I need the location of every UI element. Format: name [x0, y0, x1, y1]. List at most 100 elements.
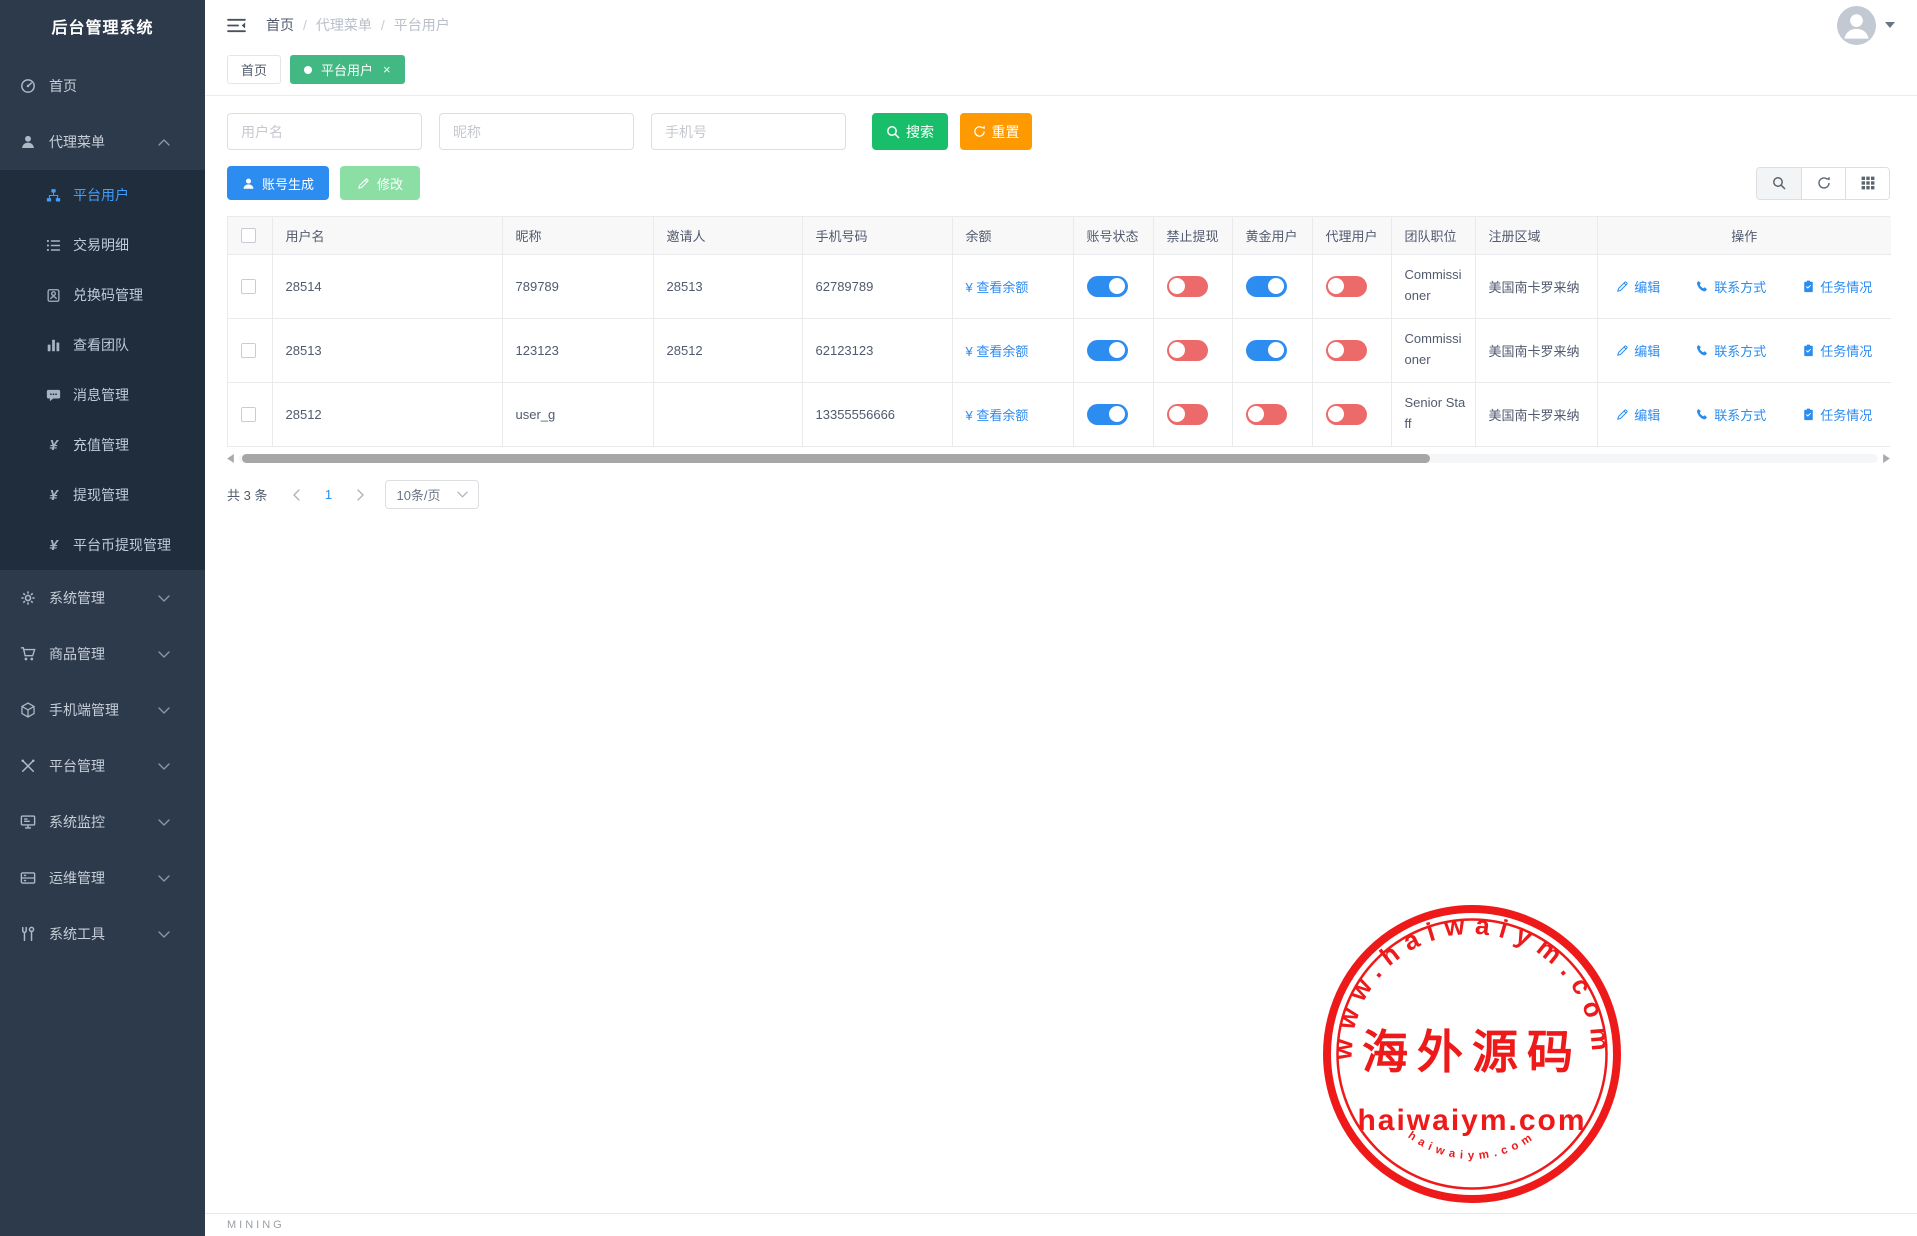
- table-columns-button[interactable]: [1845, 168, 1889, 199]
- column-header: 代理用户: [1312, 217, 1391, 254]
- cell-agent-user: [1312, 254, 1391, 318]
- toggle-knob: [1169, 278, 1185, 294]
- sidebar-item-mobile-mgmt[interactable]: 手机端管理: [0, 682, 205, 738]
- column-header: 黄金用户: [1232, 217, 1312, 254]
- sidebar-item-system-mgmt[interactable]: 系统管理: [0, 570, 205, 626]
- toggle-gold-user[interactable]: [1246, 340, 1287, 361]
- task-link[interactable]: 任务情况: [1802, 405, 1872, 424]
- user-avatar[interactable]: [1837, 6, 1876, 45]
- sidebar-item-goods-mgmt[interactable]: 商品管理: [0, 626, 205, 682]
- breadcrumb-home[interactable]: 首页: [266, 15, 294, 35]
- toggle-knob: [1268, 278, 1284, 294]
- page-number[interactable]: 1: [315, 482, 341, 508]
- sidebar-item-withdraw[interactable]: ¥ 提现管理: [0, 470, 205, 520]
- sidebar-item-system-tools[interactable]: 系统工具: [0, 906, 205, 962]
- row-checkbox[interactable]: [241, 343, 256, 358]
- cell-inviter: [653, 382, 802, 446]
- sidebar-item-system-monitor[interactable]: 系统监控: [0, 794, 205, 850]
- row-checkbox[interactable]: [241, 407, 256, 422]
- sidebar-item-home[interactable]: 首页: [0, 58, 205, 114]
- cell-team-role: Senior Staff: [1391, 382, 1475, 446]
- sidebar-item-label: 提现管理: [73, 485, 129, 505]
- action-label: 任务情况: [1820, 405, 1872, 424]
- toggle-gold-user[interactable]: [1246, 404, 1287, 425]
- modify-button[interactable]: 修改: [340, 166, 420, 200]
- toggle-knob: [1328, 406, 1344, 422]
- collapse-sidebar-icon[interactable]: [227, 17, 246, 34]
- sidebar-item-agent-menu[interactable]: 代理菜单: [0, 114, 205, 170]
- contact-link[interactable]: 联系方式: [1696, 341, 1766, 360]
- toggle-account-status[interactable]: [1087, 276, 1128, 297]
- table-search-toggle-button[interactable]: [1757, 168, 1801, 199]
- phone-input[interactable]: [651, 113, 846, 150]
- contact-link[interactable]: 联系方式: [1696, 405, 1766, 424]
- search-button[interactable]: 搜索: [872, 113, 948, 150]
- close-tab-icon[interactable]: ×: [383, 63, 391, 76]
- phone-icon: [1696, 344, 1709, 357]
- edit-link[interactable]: 编辑: [1616, 405, 1660, 424]
- username-input[interactable]: [227, 113, 422, 150]
- yen-icon: ¥: [46, 538, 61, 553]
- view-balance-link[interactable]: ¥ 查看余额: [966, 280, 1029, 295]
- toggle-forbid-withdraw[interactable]: [1167, 404, 1208, 425]
- sidebar-item-recharge[interactable]: ¥ 充值管理: [0, 420, 205, 470]
- cell-account-status: [1073, 382, 1153, 446]
- toggle-knob: [1109, 342, 1125, 358]
- cell-inviter: 28512: [653, 318, 802, 382]
- page-size-select[interactable]: 10条/页: [385, 480, 479, 509]
- sidebar-item-ops-mgmt[interactable]: 运维管理: [0, 850, 205, 906]
- sidebar-item-label: 平台币提现管理: [73, 535, 171, 555]
- sidebar-item-platform-users[interactable]: 平台用户: [0, 170, 205, 220]
- view-balance-link[interactable]: ¥ 查看余额: [966, 408, 1029, 423]
- scrollbar-thumb[interactable]: [242, 454, 1430, 463]
- caret-down-icon[interactable]: [1885, 22, 1895, 28]
- edit-link[interactable]: 编辑: [1616, 277, 1660, 296]
- contact-link[interactable]: 联系方式: [1696, 277, 1766, 296]
- scrollbar-track[interactable]: [239, 454, 1878, 463]
- sidebar-item-transactions[interactable]: 交易明细: [0, 220, 205, 270]
- scroll-right-icon[interactable]: [1883, 454, 1890, 463]
- reset-button[interactable]: 重置: [960, 113, 1032, 150]
- toggle-forbid-withdraw[interactable]: [1167, 276, 1208, 297]
- tab-platform-users[interactable]: 平台用户 ×: [290, 55, 405, 84]
- select-all-checkbox[interactable]: [241, 228, 256, 243]
- edit-link[interactable]: 编辑: [1616, 341, 1660, 360]
- view-balance-link[interactable]: ¥ 查看余额: [966, 344, 1029, 359]
- toggle-account-status[interactable]: [1087, 404, 1128, 425]
- toggle-knob: [1328, 342, 1344, 358]
- chevron-down-icon: [156, 763, 172, 770]
- tab-home[interactable]: 首页: [227, 55, 281, 84]
- toggle-agent-user[interactable]: [1326, 276, 1367, 297]
- toggle-agent-user[interactable]: [1326, 404, 1367, 425]
- toggle-forbid-withdraw[interactable]: [1167, 340, 1208, 361]
- sidebar-item-view-team[interactable]: 查看团队: [0, 320, 205, 370]
- prev-page-button[interactable]: [283, 482, 309, 508]
- task-link[interactable]: 任务情况: [1802, 341, 1872, 360]
- active-tab-dot: [304, 66, 312, 74]
- sidebar-item-redeem-codes[interactable]: 兑换码管理: [0, 270, 205, 320]
- sidebar-item-messages[interactable]: 消息管理: [0, 370, 205, 420]
- toggle-account-status[interactable]: [1087, 340, 1128, 361]
- toggle-gold-user[interactable]: [1246, 276, 1287, 297]
- cell-username: 28513: [272, 318, 502, 382]
- task-link[interactable]: 任务情况: [1802, 277, 1872, 296]
- cell-region: 美国南卡罗来纳: [1475, 318, 1597, 382]
- sidebar-item-platform-coin-withdraw[interactable]: ¥ 平台币提现管理: [0, 520, 205, 570]
- toggle-knob: [1268, 342, 1284, 358]
- row-checkbox[interactable]: [241, 279, 256, 294]
- toggle-agent-user[interactable]: [1326, 340, 1367, 361]
- cell-balance: ¥ 查看余额: [952, 318, 1073, 382]
- cell-gold-user: [1232, 318, 1312, 382]
- table-toolbar: 账号生成 修改: [227, 166, 1890, 200]
- scroll-left-icon[interactable]: [227, 454, 234, 463]
- generate-account-button[interactable]: 账号生成: [227, 166, 329, 200]
- table-refresh-button[interactable]: [1801, 168, 1845, 199]
- column-header: 用户名: [272, 217, 502, 254]
- next-page-button[interactable]: [347, 482, 373, 508]
- cell-actions: 编辑 联系方式 任务情况: [1597, 318, 1891, 382]
- sidebar-item-platform-mgmt[interactable]: 平台管理: [0, 738, 205, 794]
- cell-forbid-withdraw: [1153, 318, 1232, 382]
- breadcrumb-agent-menu: 代理菜单: [316, 15, 372, 35]
- column-header: 账号状态: [1073, 217, 1153, 254]
- nickname-input[interactable]: [439, 113, 634, 150]
